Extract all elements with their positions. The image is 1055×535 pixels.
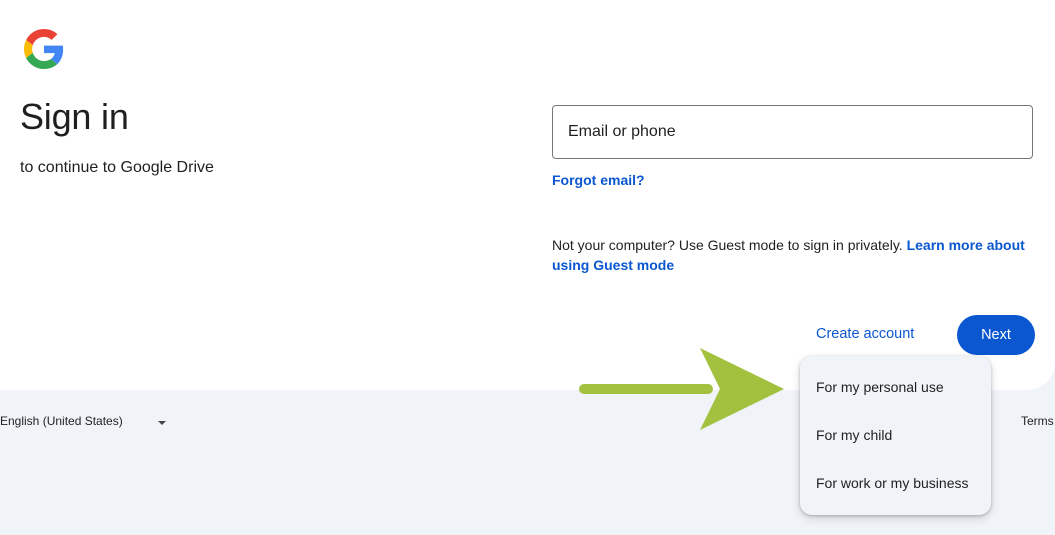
language-selector[interactable]: English (United States) <box>0 414 166 428</box>
terms-link[interactable]: Terms <box>1021 414 1054 428</box>
google-g-icon <box>24 29 64 69</box>
next-button[interactable]: Next <box>957 315 1035 355</box>
email-field[interactable] <box>552 105 1033 159</box>
guest-mode-text: Not your computer? Use Guest mode to sig… <box>552 237 903 253</box>
menu-item-work-business[interactable]: For work or my business <box>816 475 968 491</box>
forgot-email-link[interactable]: Forgot email? <box>552 172 645 188</box>
page-title: Sign in <box>20 96 129 137</box>
signin-card: Sign in to continue to Google Drive Forg… <box>0 0 1055 390</box>
page-subtitle: to continue to Google Drive <box>20 159 214 176</box>
create-account-menu: For my personal use For my child For wor… <box>800 356 991 515</box>
annotation-arrow-icon <box>579 348 784 430</box>
language-label: English (United States) <box>0 414 123 428</box>
menu-item-personal-use[interactable]: For my personal use <box>816 379 944 395</box>
dropdown-caret-icon <box>158 421 166 425</box>
menu-item-child[interactable]: For my child <box>816 427 892 443</box>
create-account-button[interactable]: Create account <box>816 326 914 342</box>
guest-mode-notice: Not your computer? Use Guest mode to sig… <box>552 235 1042 275</box>
